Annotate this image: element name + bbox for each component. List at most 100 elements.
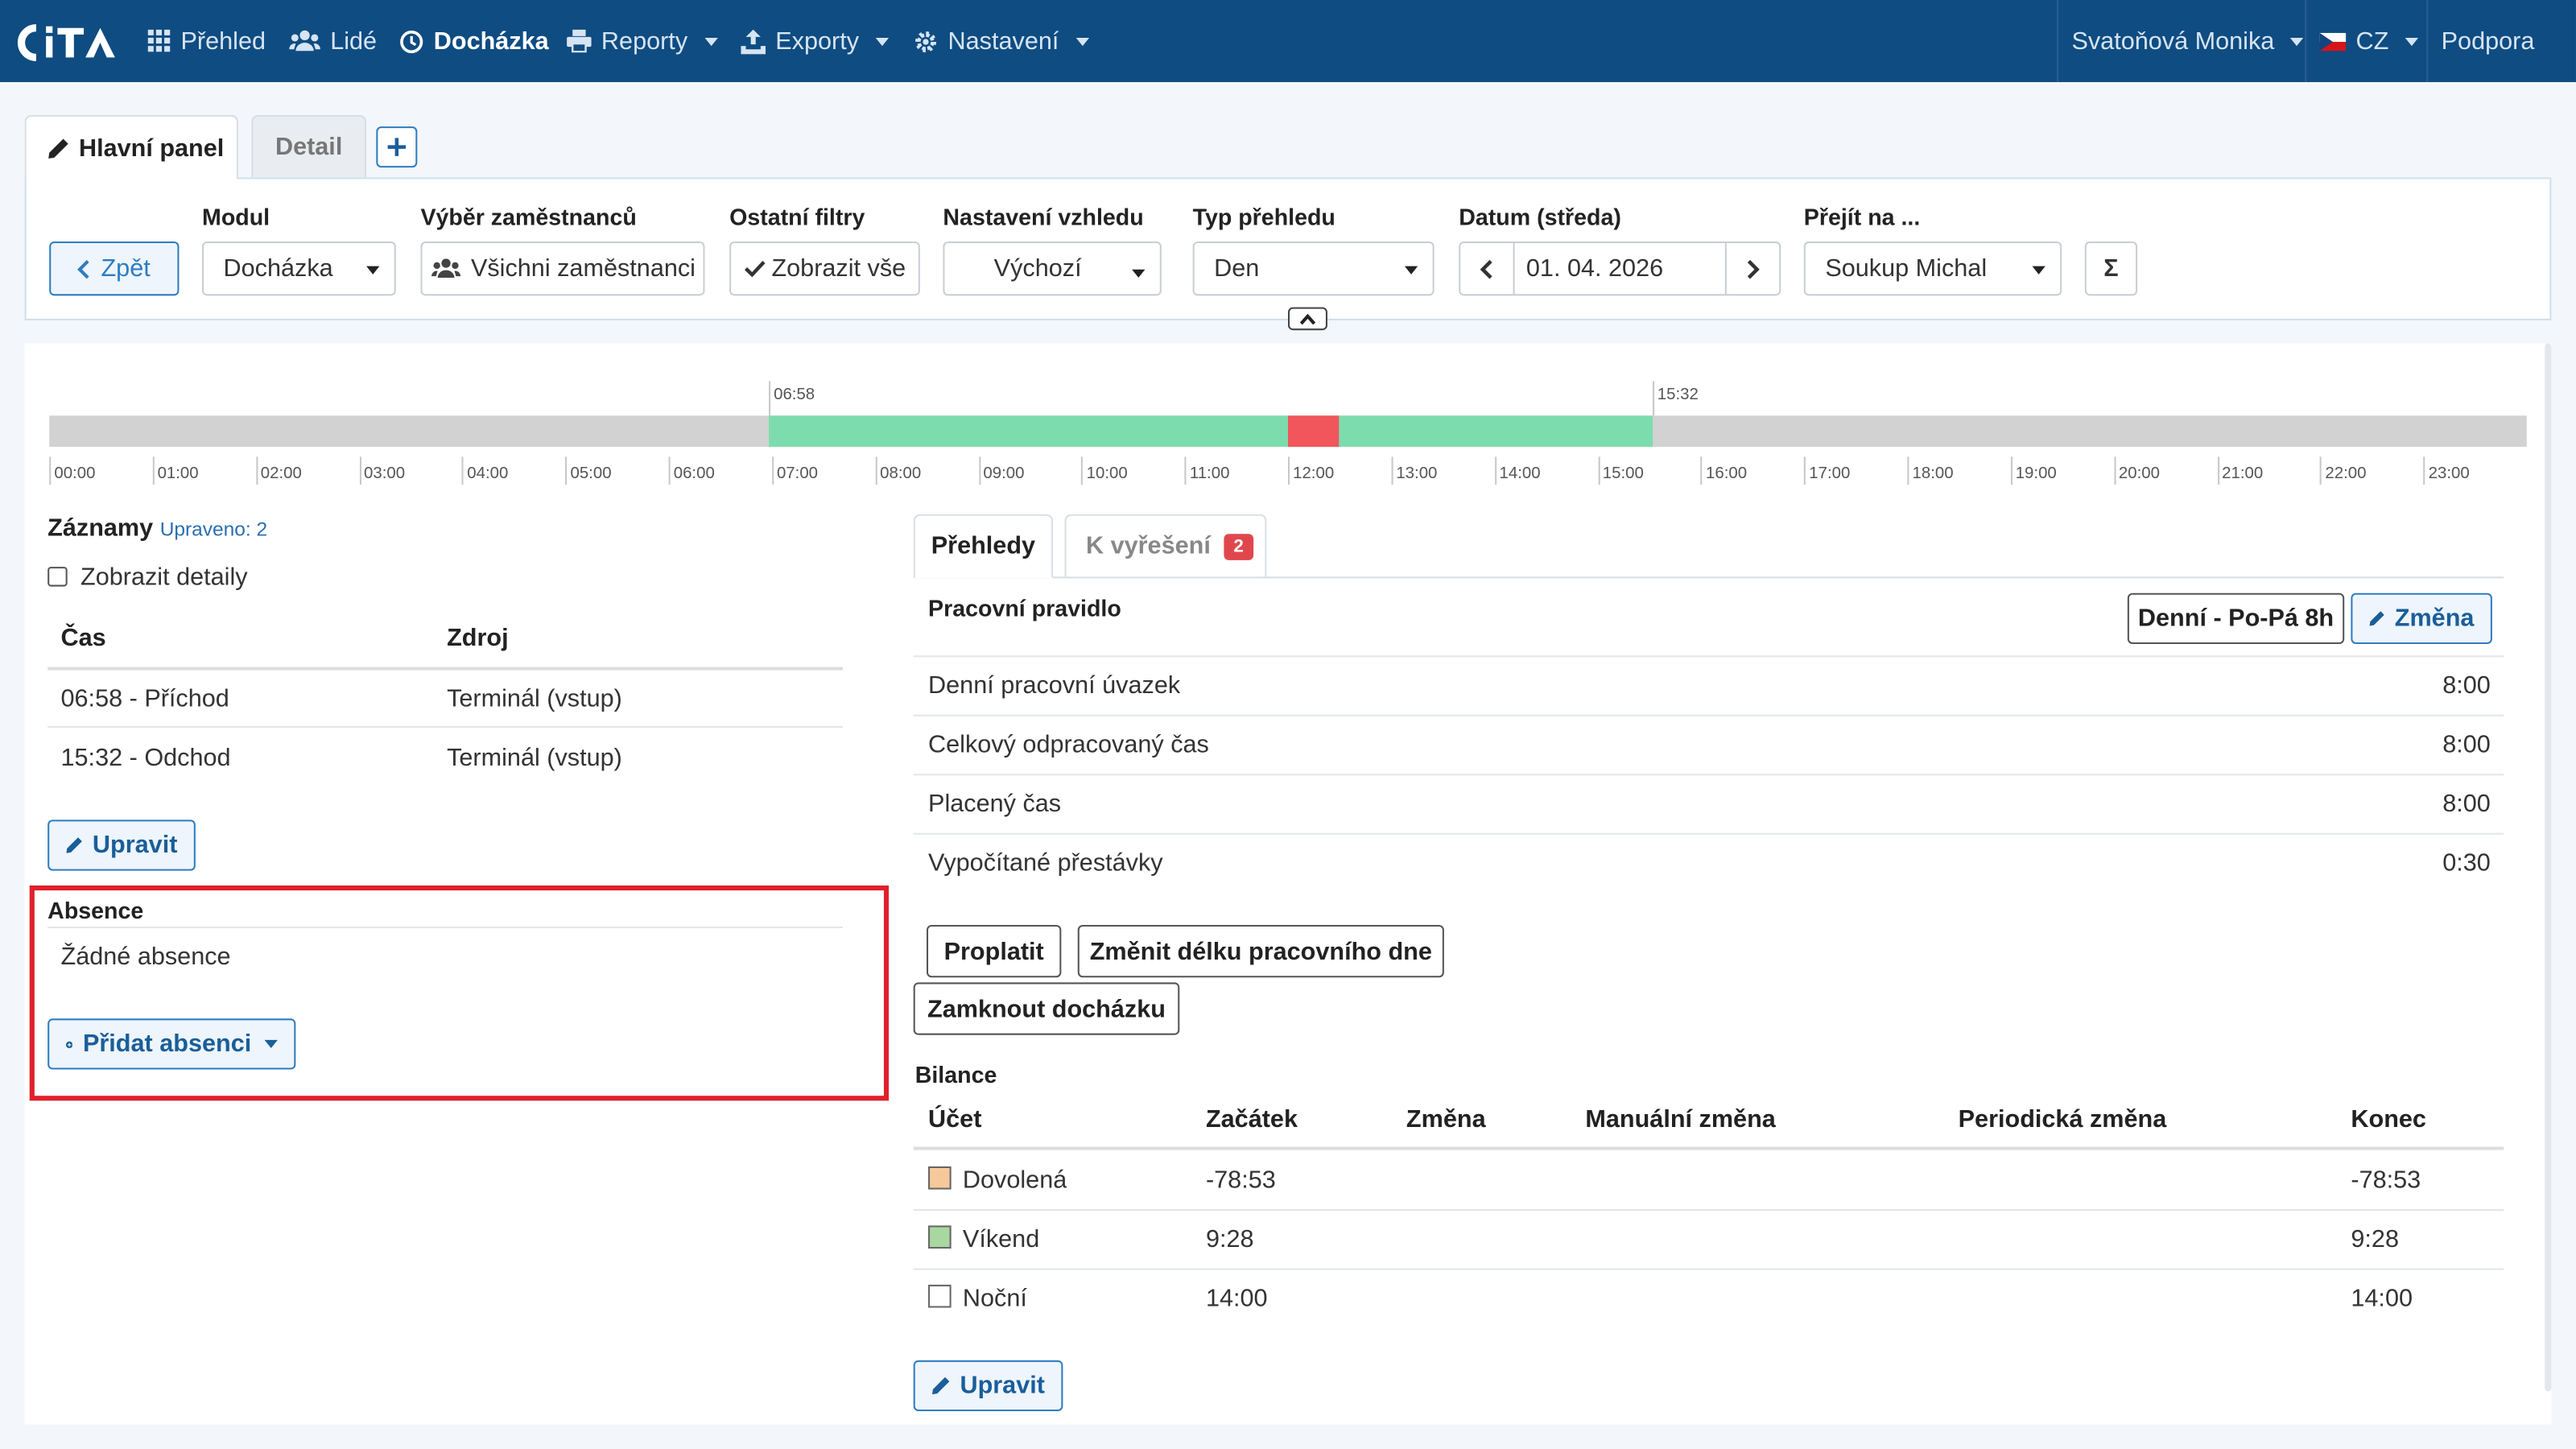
next-day-button[interactable] [1724, 243, 1779, 295]
collapse-filters-button[interactable] [1287, 307, 1327, 331]
other-filters-button[interactable]: Zobrazit vše [729, 241, 920, 296]
cita-logo[interactable] [14, 22, 123, 64]
balance-col-periodic: Periodická změna [1958, 1105, 2167, 1134]
timeline-hour-tick [255, 456, 258, 485]
goto-employee-select[interactable]: Soukup Michal [1803, 241, 2062, 296]
check-icon [744, 260, 765, 278]
timeline-hour-label: 16:00 [1706, 464, 1748, 483]
nav-prehled[interactable]: Přehled [147, 0, 266, 82]
users-icon [289, 30, 320, 52]
add-absence-button[interactable]: Přidat absenci [47, 1018, 296, 1070]
timeline-hour-tick [1597, 456, 1600, 485]
timeline-hour-tick [152, 456, 155, 485]
gear-icon [914, 30, 937, 52]
date-input[interactable]: 01. 04. 2026 [1515, 254, 1725, 283]
employees-label: Výběr zaměstnanců [420, 204, 637, 230]
timeline-hour-label: 23:00 [2428, 464, 2470, 483]
edit-records-button[interactable]: Upravit [47, 819, 196, 871]
module-label: Modul [202, 204, 270, 230]
tab-prehledy[interactable]: Přehledy [913, 514, 1054, 579]
timeline-hour-label: 20:00 [2118, 464, 2161, 483]
stat-value: 0:30 [2442, 849, 2491, 877]
timeline-hour-label: 05:00 [570, 464, 612, 483]
divider [913, 1146, 2504, 1150]
chevron-up-icon [1299, 312, 1316, 324]
chevron-down-icon [1075, 36, 1089, 46]
module-select[interactable]: Docházka [202, 241, 396, 296]
account-end: 9:28 [2351, 1225, 2399, 1254]
stat-label: Placený čas [928, 790, 1062, 819]
tab-k-vyreseni[interactable]: K vyřešení 2 [1064, 514, 1267, 577]
language-menu[interactable]: CZ [2319, 0, 2419, 82]
timeline-hour-label: 09:00 [983, 464, 1025, 483]
account-start: 14:00 [1205, 1284, 1268, 1313]
prev-day-button[interactable] [1460, 243, 1515, 295]
lock-attendance-button[interactable]: Zamknout docházku [913, 982, 1180, 1035]
top-navbar: Přehled Lidé Docházka Reporty Exporty Na… [0, 0, 2576, 83]
back-button[interactable]: Zpět [49, 241, 180, 296]
balance-title: Bilance [914, 1061, 997, 1088]
show-details-label: Zobrazit detaily [80, 563, 248, 592]
nav-divider [2057, 0, 2059, 83]
timeline-hour-tick [875, 456, 877, 485]
no-absence-text: Žádné absence [60, 943, 231, 972]
stat-value: 8:00 [2442, 731, 2491, 759]
view-settings-select[interactable]: Výchozí [943, 241, 1162, 296]
czech-flag-icon [2319, 31, 2347, 51]
account-name: Víkend [962, 1225, 1040, 1254]
timeline-hour-label: 14:00 [1499, 464, 1541, 483]
change-rule-button[interactable]: Změna [2351, 592, 2492, 644]
timeline-hour-label: 18:00 [1912, 464, 1954, 483]
nav-lide[interactable]: Lidé [289, 0, 377, 82]
employees-select[interactable]: Všichni zaměstnanci [420, 241, 705, 296]
date-label: Datum (středa) [1459, 204, 1621, 230]
dropdown-arrow-icon [366, 266, 380, 275]
timeline-start-label: 06:58 [774, 386, 815, 405]
user-menu[interactable]: Svatoňová Monika [2071, 0, 2305, 82]
sum-button[interactable]: Σ [2084, 241, 2138, 296]
timeline-hour-tick [668, 456, 671, 485]
timeline-hour-tick [1184, 456, 1187, 485]
timeline-hour-tick [978, 456, 980, 485]
timeline-hour-label: 21:00 [2222, 464, 2264, 483]
divider [47, 726, 843, 729]
pay-out-button[interactable]: Proplatit [927, 924, 1062, 978]
edit-balance-button[interactable]: Upravit [913, 1360, 1063, 1412]
work-rule-value-button[interactable]: Denní - Po-Pá 8h [2127, 592, 2345, 644]
chevron-right-icon [1747, 258, 1760, 279]
tab-hlavni-panel[interactable]: Hlavní panel [24, 114, 238, 180]
nav-exporty[interactable]: Exporty [741, 0, 889, 82]
divider [913, 1268, 2504, 1270]
timeline-hour-tick [49, 456, 52, 485]
timeline-hour-label: 02:00 [260, 464, 302, 483]
timeline-hour-tick [462, 456, 464, 485]
nav-reporty[interactable]: Reporty [567, 0, 717, 82]
nav-nastaveni[interactable]: Nastavení [914, 0, 1089, 82]
balance-col-change: Změna [1406, 1105, 1486, 1134]
add-tab-button[interactable] [376, 126, 418, 168]
divider [913, 655, 2504, 658]
nav-dochazka[interactable]: Docházka [399, 0, 549, 82]
timeline-hour-tick [1391, 456, 1393, 485]
page-scrollbar[interactable] [2545, 343, 2552, 1392]
dropdown-arrow-icon [1404, 266, 1418, 275]
account-name: Noční [962, 1284, 1027, 1313]
records-modified-link[interactable]: Upraveno: 2 [160, 518, 267, 541]
timeline-hour-label: 22:00 [2325, 464, 2367, 483]
chevron-left-icon [1480, 258, 1492, 279]
show-details-checkbox[interactable] [47, 567, 68, 587]
divider [47, 927, 843, 929]
tab-detail[interactable]: Detail [251, 114, 367, 178]
timeline-hour-tick [1287, 456, 1290, 485]
timeline-hour-tick [1494, 456, 1496, 485]
overview-type-select[interactable]: Den [1192, 241, 1435, 296]
timeline-hour-label: 07:00 [776, 464, 819, 483]
chevron-down-icon [704, 36, 717, 46]
timeline-hour-tick [771, 456, 774, 485]
support-link[interactable]: Podpora [2442, 0, 2535, 82]
users-icon [431, 258, 460, 279]
timeline-hour-tick [2217, 456, 2219, 485]
timeline-hour-label: 11:00 [1189, 464, 1230, 483]
record-source: Terminál (vstup) [447, 744, 622, 773]
change-day-length-button[interactable]: Změnit délku pracovního dne [1077, 924, 1444, 978]
